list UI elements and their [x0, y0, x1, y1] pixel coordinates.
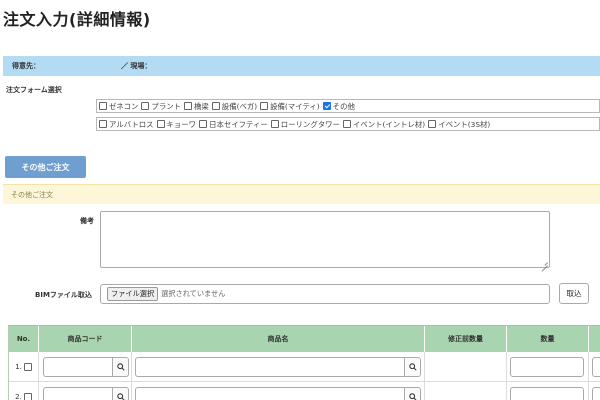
section-header: その他ご注文	[3, 184, 600, 204]
form-option-equipment-vega[interactable]: 設備(ベガ)	[211, 101, 258, 112]
destination-label: 得意先：	[12, 62, 40, 70]
checkbox[interactable]	[270, 120, 279, 128]
search-icon	[408, 362, 417, 371]
header-pre-edit-quantity: 修正前数量	[425, 326, 507, 352]
other-order-button[interactable]: その他ご注文	[5, 156, 86, 178]
row-number: 1.	[15, 362, 22, 371]
form-option-label: 橋梁	[194, 101, 209, 111]
product-code-input[interactable]	[43, 356, 129, 377]
form-option-albatross[interactable]: アルバトロス	[99, 119, 154, 130]
pre-edit-quantity-cell	[425, 352, 507, 381]
row-no-cell: 1.	[9, 352, 39, 381]
checkbox[interactable]	[342, 120, 351, 128]
page-title: 注文入力(詳細情報)	[3, 10, 151, 29]
row-number: 2.	[15, 392, 22, 400]
product-code-input[interactable]	[43, 386, 129, 400]
row-checkbox[interactable]	[23, 362, 32, 371]
checkbox-checked[interactable]	[322, 102, 331, 110]
order-items-table: No. 商品コード 商品名 修正前数量 数量 1. 2.	[8, 325, 600, 400]
code-search-button[interactable]	[112, 387, 128, 400]
quantity-input[interactable]	[510, 386, 584, 400]
checkbox[interactable]	[99, 102, 107, 110]
extra-cell	[589, 352, 600, 381]
file-select-button[interactable]: ファイル選択	[107, 287, 159, 301]
extra-cell	[589, 382, 600, 400]
checkbox[interactable]	[428, 120, 437, 128]
header-no: No.	[9, 326, 39, 352]
extra-input[interactable]	[592, 386, 600, 400]
quantity-cell	[507, 352, 589, 381]
name-search-button[interactable]	[404, 357, 420, 376]
form-option-label: 設備(マイティ)	[270, 101, 320, 111]
form-option-label: イベント(イントレ材)	[352, 119, 426, 129]
form-option-equipment-mighty[interactable]: 設備(マイティ)	[260, 101, 320, 112]
form-option-rolling-tower[interactable]: ローリングタワー	[270, 119, 340, 130]
checkbox[interactable]	[211, 102, 220, 110]
form-option-event-intore[interactable]: イベント(イントレ材)	[342, 119, 426, 130]
search-icon	[408, 392, 417, 400]
table-row: 1.	[9, 352, 600, 382]
remarks-label: 備考	[80, 217, 94, 225]
code-cell	[39, 382, 132, 400]
name-search-button[interactable]	[404, 387, 420, 400]
table-header: No. 商品コード 商品名 修正前数量 数量	[9, 325, 600, 352]
form-option-label: その他	[332, 101, 355, 111]
header-product-name: 商品名	[132, 326, 425, 352]
form-option-label: 日本セイフティー	[209, 119, 268, 129]
form-option-nihon-safety[interactable]: 日本セイフティー	[199, 119, 268, 130]
checkbox[interactable]	[141, 102, 150, 110]
form-option-label: プラント	[151, 101, 181, 111]
form-option-label: イベント(3S材)	[438, 119, 491, 129]
checkbox[interactable]	[156, 120, 165, 128]
checkbox[interactable]	[260, 102, 269, 110]
extra-input[interactable]	[592, 356, 600, 377]
form-select-row-1: ゼネコン プラント 橋梁 設備(ベガ) 設備(マイティ) その他	[96, 99, 600, 113]
header-extra	[589, 326, 600, 352]
product-name-input[interactable]	[135, 386, 421, 400]
form-option-kyowa[interactable]: キョーワ	[156, 119, 197, 130]
file-status-text: 選択されていません	[161, 289, 226, 298]
quantity-input[interactable]	[510, 356, 584, 377]
name-cell	[132, 382, 425, 400]
code-search-button[interactable]	[112, 357, 128, 376]
bim-file-input[interactable]: ファイル選択 選択されていません	[100, 284, 550, 304]
form-option-plant[interactable]: プラント	[141, 101, 181, 112]
checkbox[interactable]	[184, 102, 192, 110]
table-row: 2.	[9, 382, 600, 400]
form-select-row-2: アルバトロス キョーワ 日本セイフティー ローリングタワー イベント(イントレ材…	[96, 117, 600, 131]
checkbox[interactable]	[99, 120, 107, 128]
checkbox[interactable]	[199, 120, 208, 128]
site-label: ／ 現場：	[121, 62, 152, 70]
customer-info-bar: 得意先： ／ 現場：	[3, 56, 600, 76]
header-product-code: 商品コード	[39, 326, 132, 352]
import-button[interactable]: 取込	[559, 283, 589, 304]
quantity-cell	[507, 382, 589, 400]
bim-import-label: BIMファイル取込	[35, 291, 92, 299]
pre-edit-quantity-cell	[425, 382, 507, 400]
form-option-other[interactable]: その他	[322, 101, 355, 112]
header-quantity: 数量	[507, 326, 589, 352]
resize-grip-icon[interactable]	[542, 260, 548, 266]
search-icon	[116, 392, 125, 400]
form-select-label: 注文フォーム選択	[6, 86, 62, 94]
form-option-event-3s[interactable]: イベント(3S材)	[428, 119, 490, 130]
name-cell	[132, 352, 425, 381]
form-option-label: ゼネコン	[109, 101, 139, 111]
form-option-label: キョーワ	[166, 119, 197, 129]
row-checkbox[interactable]	[23, 392, 32, 400]
form-option-label: 設備(ベガ)	[221, 101, 258, 111]
form-option-label: アルバトロス	[109, 119, 154, 129]
row-no-cell: 2.	[9, 382, 39, 400]
form-option-general-contractor[interactable]: ゼネコン	[99, 101, 138, 112]
form-option-bridge[interactable]: 橋梁	[184, 101, 209, 112]
product-name-input[interactable]	[135, 356, 421, 377]
remarks-textarea[interactable]	[100, 211, 550, 268]
search-icon	[116, 362, 125, 371]
form-option-label: ローリングタワー	[280, 119, 340, 129]
code-cell	[39, 352, 132, 381]
